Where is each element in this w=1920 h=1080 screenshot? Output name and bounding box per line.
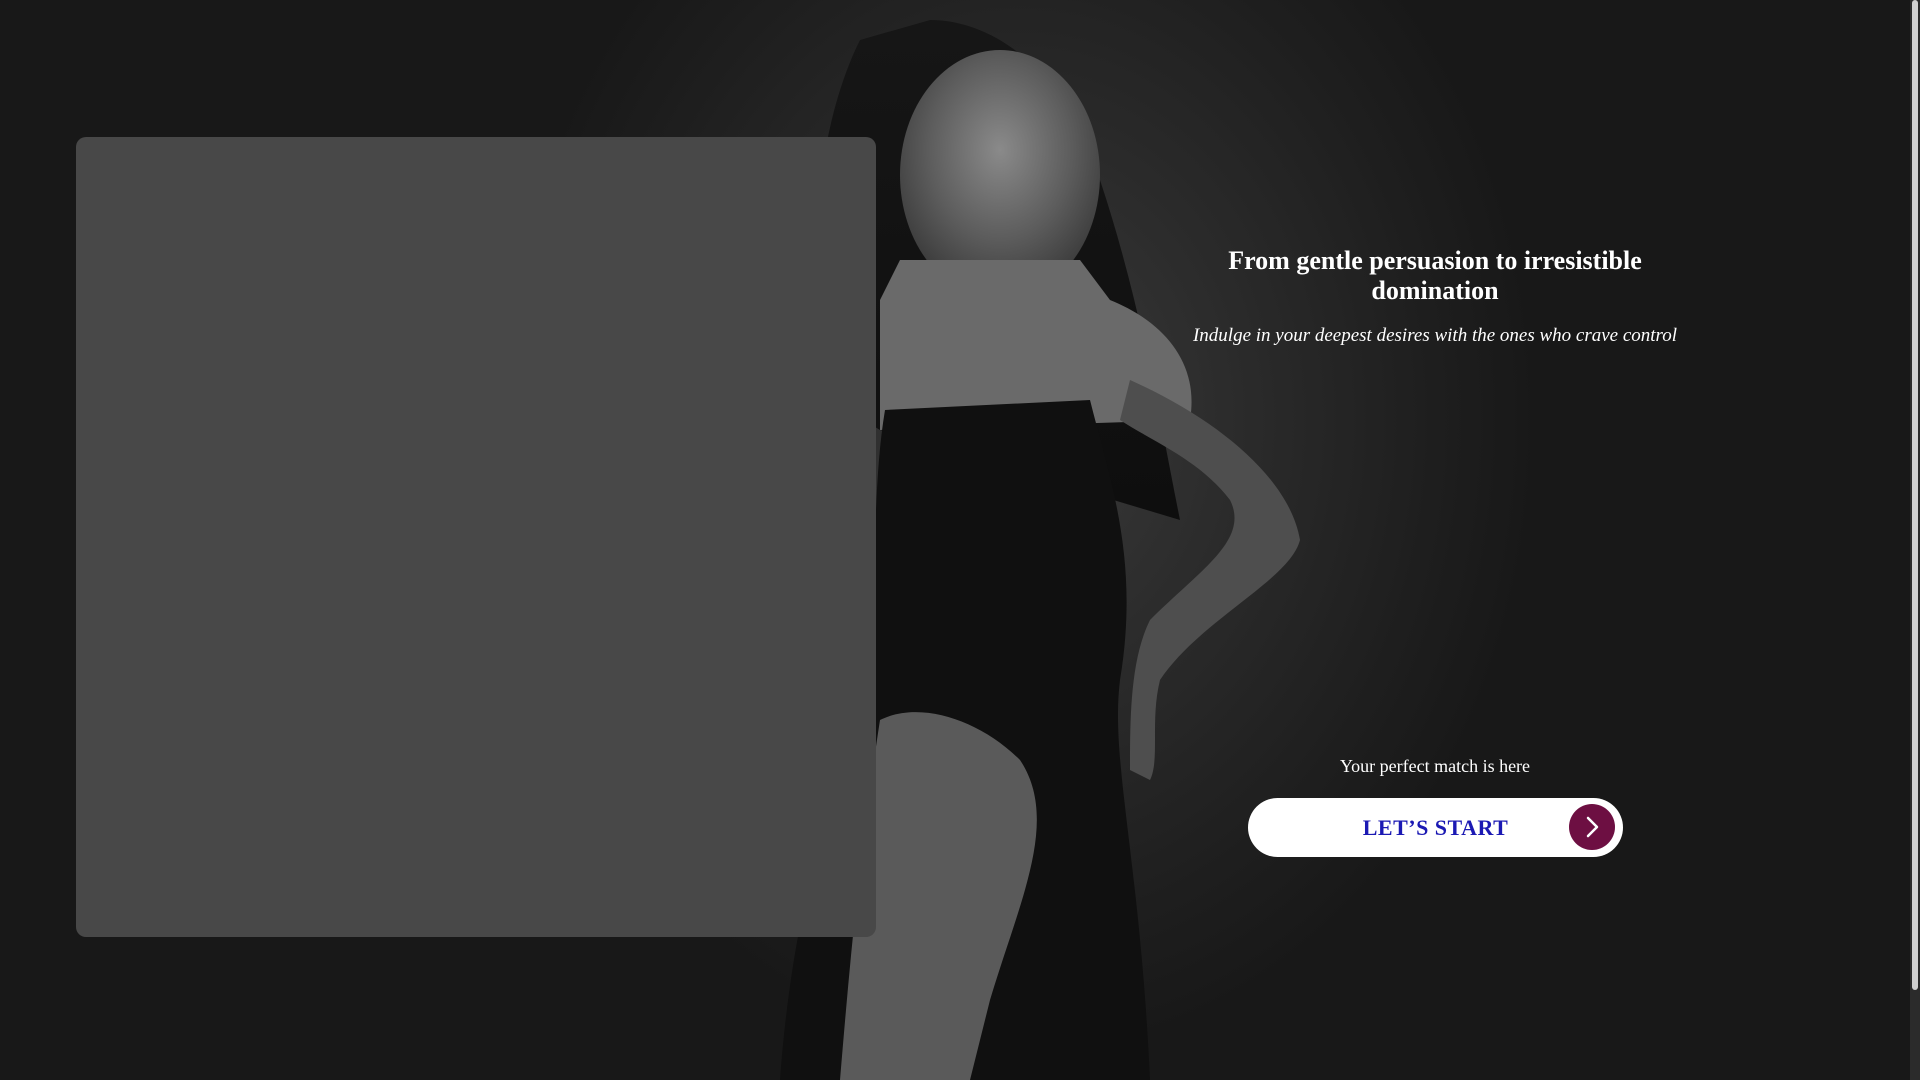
lets-start-button[interactable]: LET’S START: [1248, 798, 1623, 857]
hero-content: From gentle persuasion to irresistible d…: [1175, 0, 1695, 1080]
lets-start-label: LET’S START: [1362, 815, 1509, 840]
page-scrollbar[interactable]: [1910, 0, 1920, 1080]
match-caption: Your perfect match is here: [1339, 756, 1531, 776]
scrollbar-thumb[interactable]: [1912, 0, 1918, 990]
chevron-right-icon: [1569, 804, 1615, 850]
hero-subheadline: Indulge in your deepest desires with the…: [1192, 325, 1678, 346]
hero-headline: From gentle persuasion to irresistible d…: [1228, 246, 1642, 305]
media-placeholder-panel: [76, 137, 876, 937]
landing-page: From gentle persuasion to irresistible d…: [0, 0, 1920, 1080]
